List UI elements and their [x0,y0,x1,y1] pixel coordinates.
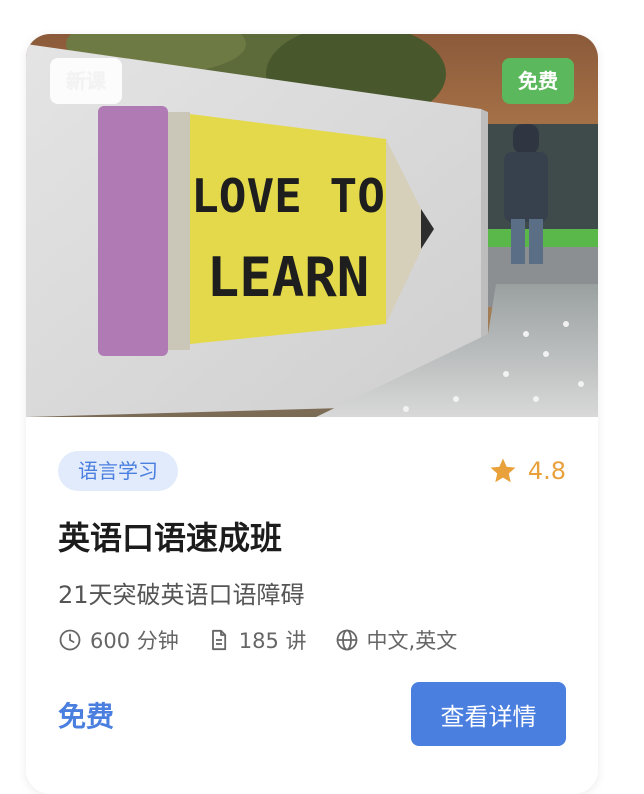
languages: 中文,英文 [335,625,458,655]
globe-icon [336,629,357,651]
duration: 600 分钟 [58,625,179,655]
rating-value: 4.8 [527,457,566,485]
course-card[interactable]: LOVE TO LEARN 新课 免费 语言学习 4.8 英语口语速成班 21天… [26,34,598,794]
free-badge: 免费 [502,58,574,104]
rating: 4.8 [488,451,566,491]
course-cover-image[interactable]: LOVE TO LEARN 新课 免费 [26,34,598,417]
course-meta: 600 分钟 185 讲 中文,英文 [58,625,485,655]
category-rating-row: 语言学习 4.8 [58,451,566,491]
price: 免费 [58,700,115,733]
clock-icon [59,629,81,651]
new-badge-label: 新课 [66,69,106,93]
document-icon [211,629,226,651]
lesson-count-value: 185 讲 [238,629,307,653]
new-course-badge: 新课 [50,58,122,104]
course-subtitle: 21天突破英语口语障碍 [58,581,305,609]
category-tag[interactable]: 语言学习 [58,451,178,491]
course-title: 英语口语速成班 [58,519,283,557]
pencil-sign [98,106,434,356]
duration-value: 600 分钟 [90,629,179,653]
sign-text-line1: LOVE TO [191,169,385,223]
view-details-button[interactable]: 查看详情 [411,682,566,746]
languages-value: 中文,英文 [366,629,458,653]
star-icon [490,458,516,483]
lesson-count: 185 讲 [207,625,307,655]
sign-text-line2: LEARN [207,246,370,309]
